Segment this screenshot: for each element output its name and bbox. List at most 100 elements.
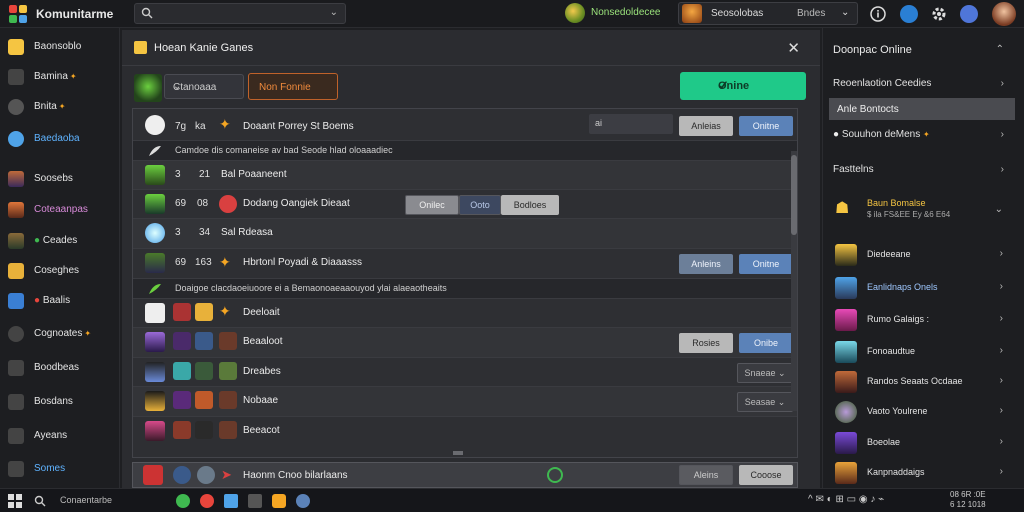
list-item[interactable]: Rumo Galaigs : ›: [835, 307, 1021, 333]
list-item[interactable]: Fonoaudtue ›: [835, 339, 1021, 365]
row-dropdown[interactable]: Seasae ⌄: [737, 392, 793, 412]
row-action-button[interactable]: Cooose: [739, 465, 793, 485]
row-name: Bal Poaaneent: [221, 169, 287, 180]
taskbar-search-text[interactable]: Conaentarbe: [60, 495, 112, 505]
sidebar-item-5[interactable]: Coteaanpas: [8, 199, 116, 221]
gear-icon[interactable]: [930, 5, 948, 23]
chevron-right-icon: ›: [999, 375, 1003, 386]
table-row[interactable]: ➤ Haonm Cnoo bilarlaans Aleins Cooose: [132, 462, 798, 488]
list-item[interactable]: Kanpnaddaigs ›: [835, 460, 1021, 486]
filter-select[interactable]: Ctanoaaa ⌄: [164, 74, 244, 99]
sidebar-item-label: ● Ceades: [34, 235, 78, 246]
game-icon: [197, 466, 215, 484]
chevron-right-icon[interactable]: ›: [1001, 164, 1004, 175]
clock[interactable]: 08 6R :0E 6 12 1018: [950, 490, 986, 510]
list-item[interactable]: Vaoto Youlrene ›: [835, 399, 1021, 425]
group-header: Doaigoe clacdaoeiuoore ei a Bemaonoaeaao…: [133, 279, 797, 299]
row-online-button[interactable]: Onitne: [739, 254, 793, 274]
app-icon[interactable]: [296, 494, 310, 508]
table-row[interactable]: Nobaae Seasae ⌄: [133, 387, 797, 417]
table-row[interactable]: 3 34 Sal Rdeasa: [133, 219, 797, 249]
table-row[interactable]: 3 21 Bal Poaaneent: [133, 161, 797, 190]
row-action-button[interactable]: Anleins: [679, 254, 733, 274]
chevron-right-icon: ›: [999, 281, 1003, 292]
folder-icon[interactable]: [248, 494, 262, 508]
list-item[interactable]: Diedeeane ›: [835, 242, 1021, 268]
status-icon: [547, 467, 563, 483]
featured-friend[interactable]: ☗ Baun Bomalse $ ila FS&EE Ey &6 E64 ⌄: [835, 196, 1021, 222]
chevron-down-icon[interactable]: ⌄: [841, 7, 849, 18]
sidebar-item-0[interactable]: Baonsoblo: [8, 36, 116, 58]
tray-icons[interactable]: ^ ✉ ◐ ⊞ ▭ ◉ ♪ ⌁: [808, 494, 884, 505]
scrollbar[interactable]: [791, 151, 797, 411]
table-row[interactable]: 69 08 Dodang Oangiek Dieaat Onilec Ooto …: [133, 190, 797, 219]
chevron-down-icon[interactable]: ⌄: [995, 204, 1003, 215]
list-item[interactable]: Randos Seaats Ocdaae ›: [835, 369, 1021, 395]
table-row[interactable]: ✦ Deeloait: [133, 299, 797, 328]
row-online-button[interactable]: Onitne: [739, 116, 793, 136]
search-box[interactable]: ⌄: [134, 3, 346, 24]
recent-link[interactable]: Reoenlaotion Ceedies: [833, 78, 931, 89]
sidebar-item-10[interactable]: Boodbeas: [8, 357, 116, 379]
chevron-up-icon[interactable]: ⌃: [996, 44, 1004, 55]
app-icon[interactable]: [272, 494, 286, 508]
row-action-button[interactable]: Onilec: [405, 195, 459, 215]
row-dropdown[interactable]: Snaeae ⌄: [737, 363, 793, 383]
steam-icon[interactable]: [900, 5, 918, 23]
search-icon[interactable]: [34, 495, 46, 507]
sidebar-item-11[interactable]: Bosdans: [8, 391, 116, 413]
profile-avatar[interactable]: [992, 2, 1016, 26]
row-action-button[interactable]: Anleias: [679, 116, 733, 136]
table-row[interactable]: Dreabes Snaeae ⌄: [133, 358, 797, 387]
info-icon[interactable]: [869, 5, 887, 23]
filter-button[interactable]: Non Fonnie: [248, 73, 338, 100]
row-online-button[interactable]: Onibe: [739, 333, 793, 353]
sidebar-item-1[interactable]: Bamina ✦: [8, 66, 116, 88]
sidebar-item-7[interactable]: Coseghes: [8, 260, 116, 282]
search-input[interactable]: [157, 6, 317, 21]
sidebar-item-9[interactable]: Cognoates ✦: [8, 323, 116, 345]
avatar: [835, 462, 857, 484]
table-row[interactable]: Beaaloot Rosies Onibe: [133, 328, 797, 358]
row-action-button[interactable]: Aleins: [679, 465, 733, 485]
app-icon[interactable]: [224, 494, 238, 508]
sidebar-item-6[interactable]: ● Ceades: [8, 230, 116, 252]
scrollbar-thumb[interactable]: [791, 155, 797, 235]
online-button[interactable]: Onine ✓: [680, 72, 806, 100]
user-menu[interactable]: Seosolobas Bndes ⌄: [678, 2, 858, 25]
row-input[interactable]: ai: [589, 114, 673, 134]
close-icon[interactable]: ✕: [787, 39, 800, 57]
sidebar-item-2[interactable]: Bnita ✦: [8, 96, 116, 118]
row-action-button[interactable]: Bodloes: [501, 195, 559, 215]
chrome-icon[interactable]: [176, 494, 190, 508]
cloud-icon: [8, 293, 24, 309]
discord-icon[interactable]: [960, 5, 978, 23]
avatar: [145, 332, 165, 352]
avatar: [145, 223, 165, 243]
friends-panel: Doonpac Online ⌃ Reoenlaotion Ceedies › …: [822, 28, 1024, 488]
game-badge[interactable]: Nonsedoldecee: [563, 2, 673, 24]
friend-name: Rumo Galaigs :: [867, 314, 930, 324]
windows-start-icon[interactable]: [8, 494, 22, 508]
table-row[interactable]: Beeacot: [133, 417, 797, 447]
browser-icon[interactable]: [200, 494, 214, 508]
row-action-button[interactable]: Rosies: [679, 333, 733, 353]
game-icon: [195, 362, 213, 380]
row-action-button[interactable]: Ooto: [459, 195, 501, 215]
sidebar-item-3[interactable]: Baedaoba: [8, 128, 116, 150]
sidebar-item-13[interactable]: Somes: [8, 458, 116, 480]
suggestions-link[interactable]: ● Souuhon deMens ✦: [833, 129, 930, 140]
leaf-icon: [149, 284, 161, 294]
chevron-right-icon[interactable]: ›: [1001, 129, 1004, 140]
table-row[interactable]: 69 163 ✦ Hbrtonl Poyadi & Diaaasss Anlei…: [133, 249, 797, 279]
sidebar-item-12[interactable]: Ayeans: [8, 425, 116, 447]
sidebar-item-8[interactable]: ● Baalis: [8, 290, 116, 312]
scrollbar-h[interactable]: [453, 451, 463, 455]
list-item[interactable]: Boeolae ›: [835, 430, 1021, 456]
chevron-right-icon[interactable]: ›: [1001, 78, 1004, 89]
table-row[interactable]: 7g ka ✦ Doaant Porrey St Boems ai Anleia…: [133, 109, 797, 141]
list-item[interactable]: Eanlidnaps Onels ›: [835, 275, 1021, 301]
sidebar-item-4[interactable]: Soosebs: [8, 168, 116, 190]
selected-item[interactable]: Anle Bontocts: [829, 98, 1015, 120]
chevron-down-icon[interactable]: ⌄: [330, 7, 338, 18]
